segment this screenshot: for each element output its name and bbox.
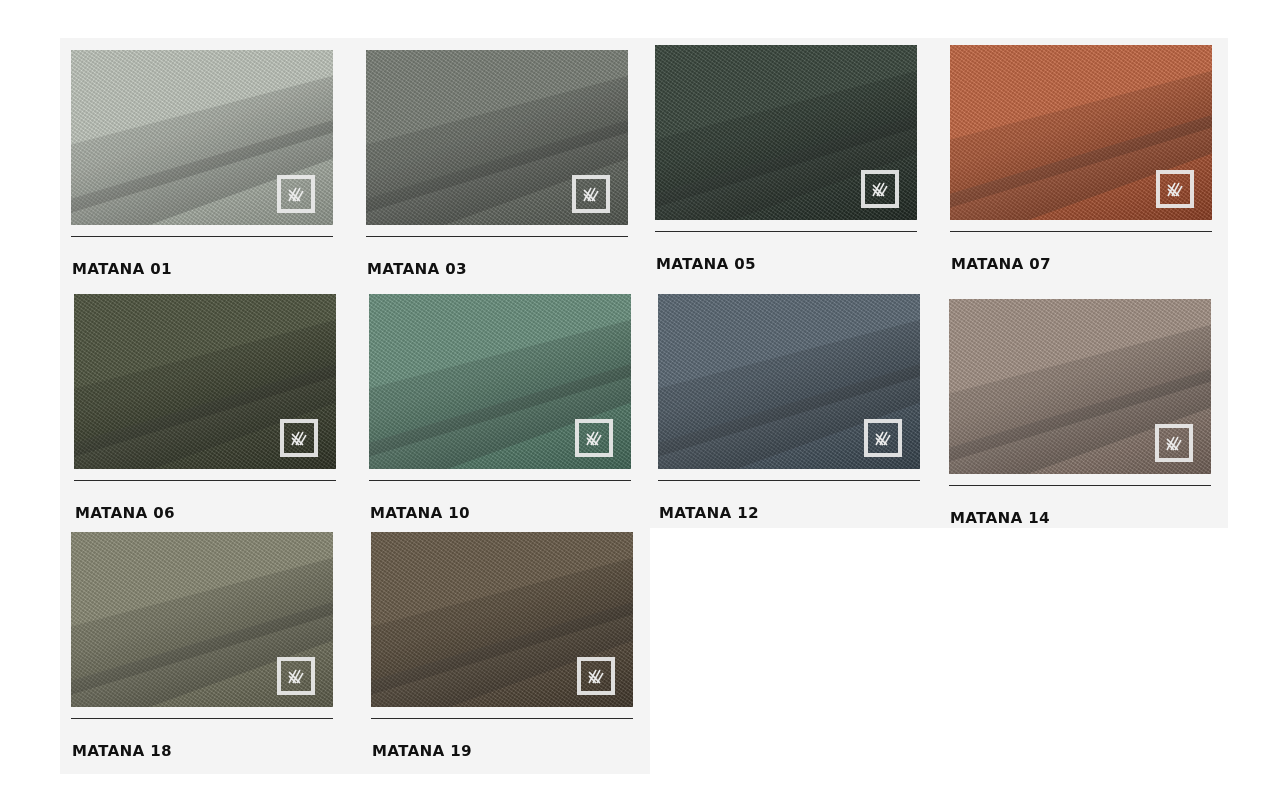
fabric-sample-image[interactable] bbox=[655, 45, 917, 220]
divider-line bbox=[655, 231, 917, 232]
fabric-sample-image[interactable] bbox=[949, 299, 1211, 474]
brand-logo-icon bbox=[864, 419, 902, 457]
swatch-name: MATANA 18 bbox=[72, 742, 172, 760]
fabric-sample-image[interactable] bbox=[366, 50, 628, 225]
divider-line bbox=[71, 718, 333, 719]
divider-line bbox=[74, 480, 336, 481]
fabric-sample-image[interactable] bbox=[950, 45, 1212, 220]
brand-logo-icon bbox=[280, 419, 318, 457]
fabric-sample-image[interactable] bbox=[658, 294, 920, 469]
brand-logo-icon bbox=[577, 657, 615, 695]
brand-logo-icon bbox=[575, 419, 613, 457]
swatch-name: MATANA 19 bbox=[372, 742, 472, 760]
brand-logo-icon bbox=[1155, 424, 1193, 462]
swatch-name: MATANA 06 bbox=[75, 504, 175, 522]
divider-line bbox=[371, 718, 633, 719]
brand-logo-icon bbox=[277, 175, 315, 213]
divider-line bbox=[949, 485, 1211, 486]
brand-logo-icon bbox=[861, 170, 899, 208]
fabric-sample-image[interactable] bbox=[71, 532, 333, 707]
swatch-name: MATANA 07 bbox=[951, 255, 1051, 273]
swatch-name: MATANA 05 bbox=[656, 255, 756, 273]
divider-line bbox=[71, 236, 333, 237]
swatch-name: MATANA 12 bbox=[659, 504, 759, 522]
divider-line bbox=[658, 480, 920, 481]
fabric-sample-image[interactable] bbox=[74, 294, 336, 469]
brand-logo-icon bbox=[572, 175, 610, 213]
divider-line bbox=[950, 231, 1212, 232]
swatch-name: MATANA 10 bbox=[370, 504, 470, 522]
fabric-sample-image[interactable] bbox=[71, 50, 333, 225]
brand-logo-icon bbox=[277, 657, 315, 695]
swatch-name: MATANA 03 bbox=[367, 260, 467, 278]
divider-line bbox=[369, 480, 631, 481]
fabric-sample-image[interactable] bbox=[371, 532, 633, 707]
fabric-sample-image[interactable] bbox=[369, 294, 631, 469]
swatch-name: MATANA 14 bbox=[950, 509, 1050, 527]
swatch-name: MATANA 01 bbox=[72, 260, 172, 278]
brand-logo-icon bbox=[1156, 170, 1194, 208]
divider-line bbox=[366, 236, 628, 237]
